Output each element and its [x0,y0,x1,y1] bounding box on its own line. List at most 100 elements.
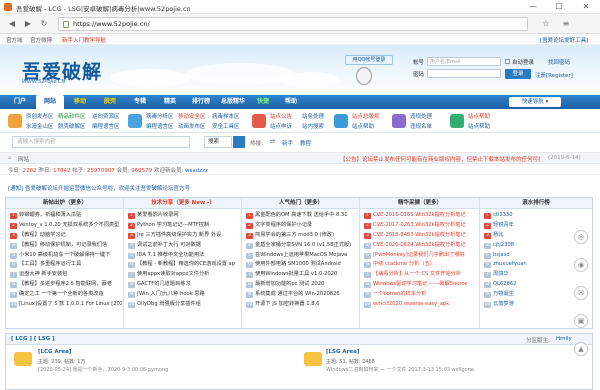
thread-title[interactable]: 使用Windows批量工具 v1.0-2020 [255,271,337,277]
table-row[interactable]: 1 ctl3330 [484,211,590,221]
newest-member-link[interactable]: wsadzzz [185,168,208,174]
nav-item-0[interactable]: 门户 [6,95,34,109]
nav-item-9[interactable]: 帮助 [278,95,304,109]
nav-item-3[interactable]: 脱壳 [96,95,124,109]
refresh-icon[interactable]: ↻ [38,18,50,30]
table-row[interactable]: 5 [PwnMonkey]记录我们几乎刷出了哪好 [364,251,478,261]
qq-login-button[interactable]: 用QQ帐号登录 [345,55,393,65]
subnav-link[interactable]: 编程语言区 [92,122,120,130]
back-to-top-icon[interactable]: ▲ [574,342,588,356]
nav-item-7[interactable]: 总版精华 [218,95,248,109]
subnav-link[interactable]: 站点申诉 [270,122,292,130]
table-row[interactable]: 5 IDA 7.1 推荐中文全功能用法 [128,251,240,261]
table-row[interactable]: 8 最新增加功能的pc 测试 2020 [246,280,358,290]
table-row[interactable]: 5 在Windows上运用苹果MacOS Mojave [246,251,358,261]
table-row[interactable]: 7 运盘大神 新手安装包 [10,270,122,280]
thread-title[interactable]: 【教程】多进步程序2.5 智能联网，蔡老 [19,281,112,287]
weibo-share-icon[interactable]: ◉ [574,258,588,272]
nav-item-1[interactable]: 网站 [36,95,64,109]
lcg-title[interactable]: [ LCG ] [ LSG ] [11,336,55,342]
thread-title[interactable]: Windows驱动学习笔记 ——破解Source [373,281,468,287]
wechat-notice-link[interactable]: [通知] 吾爱破解论坛开始运营微信公众号啦，欢迎关注吾爱破解论坛官方号 [8,184,190,192]
thread-title[interactable]: 杨比 [493,232,503,238]
nav-item-2[interactable]: 移动 [66,95,94,109]
table-row[interactable]: 1 黑金配色的OM 高速下载 送给手中 8.31 [246,211,358,221]
table-row[interactable]: 8 【教程】多进步程序2.5 智能联网，蔡老 [10,280,122,290]
table-row[interactable]: 3 简易学会的第三方 mod3.0 (修改) [246,231,358,241]
thread-title[interactable]: OllyDbg 增强版分享插件组 [137,301,201,307]
subnav-link[interactable]: 脱壳破解区 [58,122,86,130]
password-input[interactable] [427,69,501,78]
subnav-link[interactable]: 违规名单 [410,122,432,130]
breadcrumb-item[interactable]: 网站 [18,155,29,163]
forum-name[interactable]: [LCG Area] [38,349,71,355]
weibo-link[interactable]: 官方微博 [30,36,52,44]
table-row[interactable]: 2 Ventoy_v 1.0.20 无损双系统多个不同类型 [10,221,122,231]
qq-share-icon[interactable]: ◎ [574,230,588,244]
wechat-icon[interactable]: ✉ [574,286,588,300]
menu-icon[interactable]: ≡ [560,18,572,30]
table-row[interactable]: 7 【病毒分析】从一个 CS 文件开始分析 [364,270,478,280]
table-row[interactable]: 2 轻锐青年 [484,221,590,231]
col-header[interactable]: 人气热门（更多） [242,198,360,209]
site-notice[interactable]: 【公告】论坛禁止发布任何可能有在商业版权内容，但禁止下载本站发布的任何可执行资源… [340,155,540,163]
search-icon[interactable] [233,136,245,148]
table-row[interactable]: 10 开源下 JS 加密转换器 1.8.6 [246,300,358,310]
thread-title[interactable]: 转锦鲤券，祈福和薄入瓜贴 [19,212,81,218]
official-site-link[interactable]: 官方域 [6,36,23,44]
address-bar[interactable]: https://www.52pojie.cn/ [58,17,528,31]
thread-title[interactable]: 【教程 - 新教程】精选你的CE游戏设置 ap [137,261,235,267]
thread-title[interactable]: 万物诞生 [493,291,514,297]
subnav-link[interactable]: 站内搜索 [302,122,324,130]
thread-title[interactable]: [PwnMonkey]记录我们几乎刷出了哪好 [373,252,465,258]
table-row[interactable]: 3 CVE-2018-8453 Win32k提权分析笔记 [364,231,478,241]
thread-title[interactable]: 使用appx读取对appx文件分析 [137,271,209,277]
thread-title[interactable]: CVE-2017-0263 Win32k提权分析笔记 [373,222,466,228]
thread-title[interactable]: 使用外部电路 SM1000 测试Android [255,261,341,267]
subnav-link[interactable]: 病毒样本区 [212,112,240,120]
app-icon-side[interactable]: ▣ [574,314,588,328]
table-row[interactable]: 9 确定之工 一个第一个全新的各类改造 [10,290,122,300]
table-row[interactable]: 10 wmctf2020 reverse easy_apk [364,300,478,310]
col-header[interactable]: 新帖出炉（更多） [6,198,124,209]
thread-title[interactable]: 运盘大神 新手安装包 [19,271,67,277]
subnav-link[interactable]: 原创发布区 [26,112,54,120]
table-row[interactable]: 1 转锦鲤券，祈福和薄入瓜贴 [10,211,122,221]
table-row[interactable]: 7 使用appx读取对appx文件分析 [128,270,240,280]
back-icon[interactable]: ◀ [6,18,18,30]
home-icon[interactable]: ⌂ [8,155,12,161]
register-link[interactable]: 注册[Register] [535,71,573,79]
thread-title[interactable]: 轻锐青年 [493,222,514,228]
thread-title[interactable]: 【教程】动脑学习记 [19,232,66,238]
subnav-link[interactable]: 动画发布区 [178,122,206,130]
subnav-link[interactable]: 站点公告 [270,112,292,120]
table-row[interactable]: 2 文字类程序的保护小记录 [246,221,358,231]
maximize-button[interactable]: ☐ [548,0,570,14]
table-row[interactable]: 8 Windows驱动学习笔记 ——破解Source [364,280,478,290]
subnav-link[interactable]: 水漫金山区 [26,122,54,130]
thread-title[interactable]: [Win 入门]九八种 hook 思路 [137,291,205,297]
subnav-link[interactable]: 移动安全区 [178,112,206,120]
table-row[interactable]: 7 周鸽华 [484,270,590,280]
remember-checkbox[interactable] [505,59,510,64]
newbie-link[interactable]: 新手入门教学导航 [62,36,106,44]
table-row[interactable]: 5 小米10 高级机动车一个破解保持一键下 [10,251,122,261]
table-row[interactable]: 4 cjtj2308 [484,241,590,251]
forward-icon[interactable]: ▶ [22,18,34,30]
nav-item-8[interactable]: 快捷 [250,95,276,109]
thread-title[interactable]: [Linux]设置了 5 款 1.0.0.1 For Linux [202 [19,301,122,307]
table-row[interactable]: 7 使用Windows批量工具 v1.0-2020 [246,270,358,280]
thread-title[interactable]: zhuxuetyuan [493,261,527,267]
login-button[interactable]: 登录 [505,69,531,79]
thread-title[interactable]: Ventoy_v 1.0.20 无损双系统多个不同类型 [19,222,119,228]
subnav-link[interactable]: 站点帮助 [468,112,490,120]
search-type-select[interactable]: 搜索 [204,136,232,148]
thread-title[interactable]: 金盾全家桶分享SVN 16.0 (v1.58正式版) [255,242,351,248]
thread-title[interactable]: bsjasd [493,252,510,258]
thread-title[interactable]: 系统集成 通过平台的 Win-2020826 [255,291,340,297]
col-header[interactable]: 技术分享（更多 New -） [124,198,242,209]
forum-last-post[interactable]: Windows二进制如何来 — 一个文件 2017-3-13 15:03 wel… [326,366,474,373]
subnav-link[interactable]: 站点帮助 [352,122,374,130]
nav-item-6[interactable]: 排行榜 [186,95,216,109]
col-header[interactable]: 滚水排行榜 [480,198,592,209]
